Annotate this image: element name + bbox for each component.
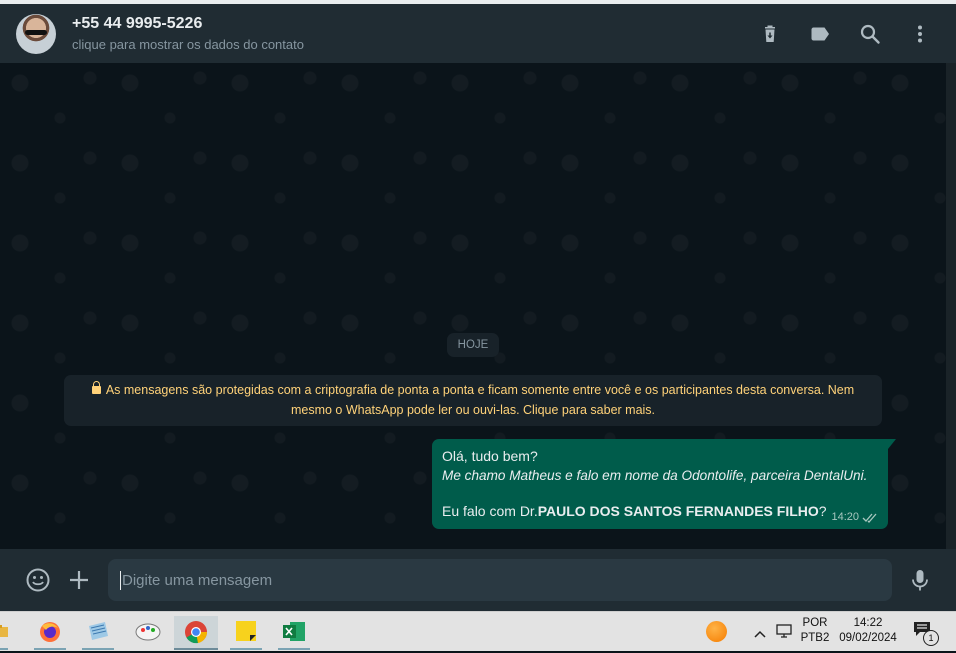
microphone-icon[interactable]	[907, 567, 933, 593]
emoji-icon[interactable]	[25, 567, 51, 593]
encryption-notice-line2: mesmo o WhatsApp pode ler ou ouvi-las. C…	[290, 403, 656, 417]
menu-icon[interactable]	[908, 22, 932, 46]
excel-icon[interactable]	[272, 616, 316, 650]
text-caret	[120, 571, 121, 590]
notification-count-badge: 1	[923, 630, 939, 646]
running-indicator	[230, 648, 262, 650]
orange-tray-icon[interactable]	[706, 621, 727, 642]
file-explorer-icon[interactable]	[0, 616, 14, 650]
network-icon[interactable]	[775, 623, 793, 644]
paint-icon[interactable]	[126, 616, 170, 650]
delete-icon[interactable]	[758, 22, 782, 46]
running-indicator	[82, 648, 114, 650]
chat-area[interactable]: HOJE As mensagens são protegidas com a c…	[0, 63, 956, 549]
language-line-1: POR	[802, 617, 828, 629]
encryption-notice-line1: As mensagens são protegidas com a cripto…	[105, 383, 855, 397]
message-line-3: Eu falo com Dr.PAULO DOS SANTOS FERNANDE…	[442, 502, 878, 521]
outgoing-message[interactable]: Olá, tudo bem? Me chamo Matheus e falo e…	[432, 439, 896, 529]
firefox-icon[interactable]	[28, 616, 72, 650]
contact-avatar[interactable]	[16, 14, 56, 54]
message-meta: 14:20	[831, 511, 878, 523]
chat-scrollbar[interactable]	[946, 63, 956, 549]
message-time: 14:20	[831, 511, 859, 523]
windows-taskbar: POR PTB2 14:22 09/02/2024 1	[0, 611, 956, 651]
chevron-up-icon[interactable]	[753, 626, 767, 644]
message-input[interactable]	[108, 559, 892, 601]
composer-bar	[0, 549, 956, 611]
attach-plus-icon[interactable]	[66, 567, 92, 593]
chat-header[interactable]: +55 44 9995-5226 clique para mostrar os …	[0, 4, 956, 63]
date-chip: HOJE	[447, 333, 499, 357]
message-line-1: Olá, tudo bem?	[442, 448, 538, 464]
encryption-notice[interactable]: As mensagens são protegidas com a cripto…	[64, 375, 882, 426]
language-indicator[interactable]: POR PTB2	[798, 616, 832, 646]
clock-date: 09/02/2024	[839, 632, 897, 644]
avatar-glasses	[25, 30, 47, 35]
label-icon[interactable]	[808, 22, 832, 46]
clock-time: 14:22	[853, 617, 883, 629]
running-indicator	[34, 648, 66, 650]
sticky-notes-icon[interactable]	[224, 616, 268, 650]
search-icon[interactable]	[858, 22, 882, 46]
message-line-3-prefix: Eu falo com Dr.	[442, 503, 538, 519]
doctor-name: PAULO DOS SANTOS FERNANDES FILHO	[537, 503, 819, 519]
notepad-icon[interactable]	[76, 616, 120, 650]
language-line-2: PTB2	[800, 632, 830, 644]
contact-name[interactable]: +55 44 9995-5226	[72, 15, 202, 33]
double-check-icon	[862, 513, 877, 523]
lock-icon	[91, 381, 101, 394]
message-line-3-suffix: ?	[818, 503, 827, 519]
message-line-2: Me chamo Matheus e falo em nome da Odont…	[442, 468, 868, 483]
contact-subtitle[interactable]: clique para mostrar os dados do contato	[72, 37, 304, 52]
chrome-icon[interactable]	[174, 616, 218, 650]
notifications-icon[interactable]: 1	[913, 621, 939, 646]
clock[interactable]: 14:22 09/02/2024	[836, 616, 900, 646]
running-indicator	[0, 648, 8, 650]
running-indicator	[278, 648, 310, 650]
